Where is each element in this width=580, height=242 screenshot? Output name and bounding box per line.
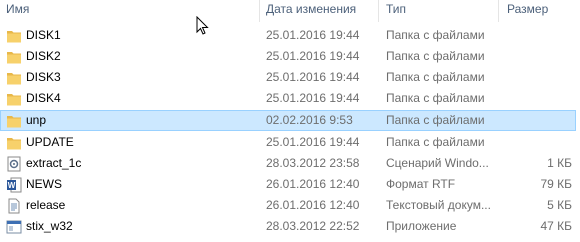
file-type: Папка с файлами [386,70,485,84]
file-date: 25.01.2016 19:44 [266,49,360,63]
file-size: 5 КБ [547,198,572,212]
column-header-type[interactable]: Тип [386,0,406,19]
file-name: UPDATE [26,135,74,149]
file-name: DISK2 [26,49,61,63]
file-size [499,111,573,130]
file-type: Сценарий Windo... [386,156,489,170]
file-name: stix_w32 [26,219,73,233]
folder-icon [6,135,22,151]
file-type: Формат RTF [386,177,456,191]
list-item-disk1[interactable]: DISK1 25.01.2016 19:44 Папка с файлами [0,25,578,46]
file-type: Папка с файлами [386,91,485,105]
file-size [498,46,572,67]
script-icon [6,156,22,172]
column-divider[interactable] [498,0,499,22]
column-divider[interactable] [378,0,379,22]
file-date: 25.01.2016 19:44 [266,70,360,84]
folder-icon [6,49,22,65]
list-item-extract-1c[interactable]: extract_1c 28.03.2012 23:58 Сценарий Win… [0,153,578,174]
app-icon [6,219,22,235]
text-file-icon [6,198,22,214]
file-size: 1 КБ [547,156,572,170]
file-date: 25.01.2016 19:44 [266,28,360,42]
file-size [498,88,572,109]
mouse-pointer-icon [196,15,210,36]
file-type: Текстовый докум... [386,198,491,212]
column-header-size[interactable]: Размер [507,0,548,19]
file-date: 28.03.2012 22:52 [266,219,360,233]
svg-text:W: W [8,181,16,190]
file-name: unp [26,113,47,127]
file-type: Приложение [386,219,457,233]
list-item-disk3[interactable]: DISK3 25.01.2016 19:44 Папка с файлами [0,67,578,88]
folder-icon [6,113,22,129]
column-header-date[interactable]: Дата изменения [266,0,356,19]
list-item-unp[interactable]: unp 02.02.2016 9:53 Папка с файлами [0,110,576,131]
folder-icon [6,70,22,86]
file-date: 25.01.2016 19:44 [266,135,360,149]
file-type: Папка с файлами [386,49,485,63]
folder-icon [6,91,22,107]
file-type: Папка с файлами [386,28,485,42]
column-header-bar: Имя Дата изменения Тип Размер [0,0,580,22]
file-date: 02.02.2016 9:53 [266,113,353,127]
file-date: 25.01.2016 19:44 [266,91,360,105]
file-name: release [26,198,66,212]
file-name: NEWS [26,177,62,191]
list-item-disk2[interactable]: DISK2 25.01.2016 19:44 Папка с файлами [0,46,578,67]
file-size [498,25,572,46]
file-type: Папка с файлами [386,135,485,149]
list-item-news[interactable]: W NEWS 26.01.2016 12:40 Формат RTF 79 КБ [0,174,578,195]
file-size [498,67,572,88]
file-date: 28.03.2012 23:58 [266,156,360,170]
column-divider[interactable] [259,0,260,22]
file-name: DISK1 [26,28,61,42]
file-size: 79 КБ [540,177,572,191]
file-name: DISK3 [26,70,61,84]
file-name: extract_1c [26,156,82,170]
file-type: Папка с файлами [386,113,485,127]
list-item-update[interactable]: UPDATE 25.01.2016 19:44 Папка с файлами [0,132,578,153]
list-item-release[interactable]: release 26.01.2016 12:40 Текстовый докум… [0,195,578,216]
folder-icon [6,28,22,44]
file-date: 26.01.2016 12:40 [266,198,360,212]
file-size [498,132,572,153]
word-doc-icon: W [6,177,22,193]
file-size: 47 КБ [540,219,572,233]
column-header-name[interactable]: Имя [6,0,29,19]
list-item-stix-w32[interactable]: stix_w32 28.03.2012 22:52 Приложение 47 … [0,216,578,237]
file-name: DISK4 [26,91,61,105]
list-item-disk4[interactable]: DISK4 25.01.2016 19:44 Папка с файлами [0,88,578,109]
file-date: 26.01.2016 12:40 [266,177,360,191]
